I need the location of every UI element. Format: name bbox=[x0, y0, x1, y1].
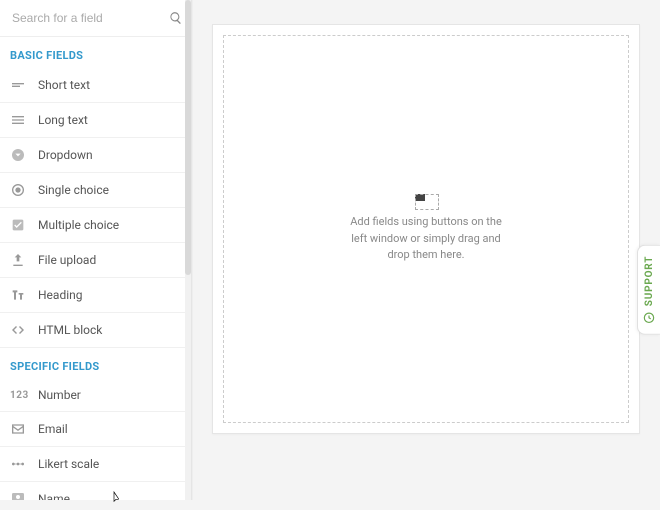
field-label: Long text bbox=[38, 113, 88, 127]
field-label: Single choice bbox=[38, 183, 109, 197]
scrollbar-thumb[interactable] bbox=[185, 0, 191, 275]
email-icon bbox=[10, 421, 38, 437]
sidebar-scroll[interactable]: BASIC FIELDS Short text Long text bbox=[0, 37, 191, 500]
upload-icon bbox=[10, 252, 38, 268]
sidebar-scrollbar[interactable] bbox=[185, 0, 191, 500]
support-button[interactable]: SUPPORT bbox=[637, 245, 660, 335]
number-icon: 123 bbox=[10, 390, 38, 401]
short-text-icon bbox=[10, 77, 38, 93]
field-label: Dropdown bbox=[38, 148, 93, 162]
field-html-block[interactable]: HTML block bbox=[0, 313, 191, 348]
field-label: Multiple choice bbox=[38, 218, 119, 232]
person-icon bbox=[10, 491, 38, 500]
specific-fields-list: 123 Number Email Likert scale bbox=[0, 379, 191, 500]
field-number[interactable]: 123 Number bbox=[0, 379, 191, 412]
field-name[interactable]: Name bbox=[0, 482, 191, 500]
field-label: Heading bbox=[38, 288, 83, 302]
checkbox-icon bbox=[10, 217, 38, 233]
field-label: Short text bbox=[38, 78, 90, 92]
likert-icon bbox=[10, 456, 38, 472]
search-icon bbox=[169, 11, 183, 25]
form-canvas-area: Add fields using buttons on the left win… bbox=[192, 0, 660, 500]
basic-fields-list: Short text Long text Dropdown bbox=[0, 68, 191, 348]
heading-icon bbox=[10, 287, 38, 303]
search-input[interactable] bbox=[10, 10, 169, 26]
form-dropzone[interactable]: Add fields using buttons on the left win… bbox=[223, 35, 629, 423]
field-label: Email bbox=[38, 422, 68, 436]
group-header-basic: BASIC FIELDS bbox=[0, 37, 191, 68]
field-multiple-choice[interactable]: Multiple choice bbox=[0, 208, 191, 243]
field-palette-sidebar: BASIC FIELDS Short text Long text bbox=[0, 0, 192, 500]
field-long-text[interactable]: Long text bbox=[0, 103, 191, 138]
field-label: Number bbox=[38, 388, 81, 402]
app-root: BASIC FIELDS Short text Long text bbox=[0, 0, 660, 500]
field-likert-scale[interactable]: Likert scale bbox=[0, 447, 191, 482]
canvas-card: Add fields using buttons on the left win… bbox=[212, 24, 640, 434]
field-short-text[interactable]: Short text bbox=[0, 68, 191, 103]
drag-target-icon bbox=[415, 194, 437, 208]
field-dropdown[interactable]: Dropdown bbox=[0, 138, 191, 173]
long-text-icon bbox=[10, 112, 38, 128]
field-single-choice[interactable]: Single choice bbox=[0, 173, 191, 208]
support-label: SUPPORT bbox=[644, 256, 655, 306]
field-label: Name bbox=[38, 492, 70, 500]
group-header-specific: SPECIFIC FIELDS bbox=[0, 348, 191, 379]
dropdown-icon bbox=[10, 147, 38, 163]
field-email[interactable]: Email bbox=[0, 412, 191, 447]
search-row bbox=[0, 0, 191, 37]
field-file-upload[interactable]: File upload bbox=[0, 243, 191, 278]
field-label: HTML block bbox=[38, 323, 102, 337]
field-label: Likert scale bbox=[38, 457, 99, 471]
field-label: File upload bbox=[38, 253, 96, 267]
dropzone-help-text: Add fields using buttons on the left win… bbox=[341, 214, 511, 264]
field-heading[interactable]: Heading bbox=[0, 278, 191, 313]
code-icon bbox=[10, 322, 38, 338]
radio-icon bbox=[10, 182, 38, 198]
clock-icon bbox=[642, 310, 656, 324]
